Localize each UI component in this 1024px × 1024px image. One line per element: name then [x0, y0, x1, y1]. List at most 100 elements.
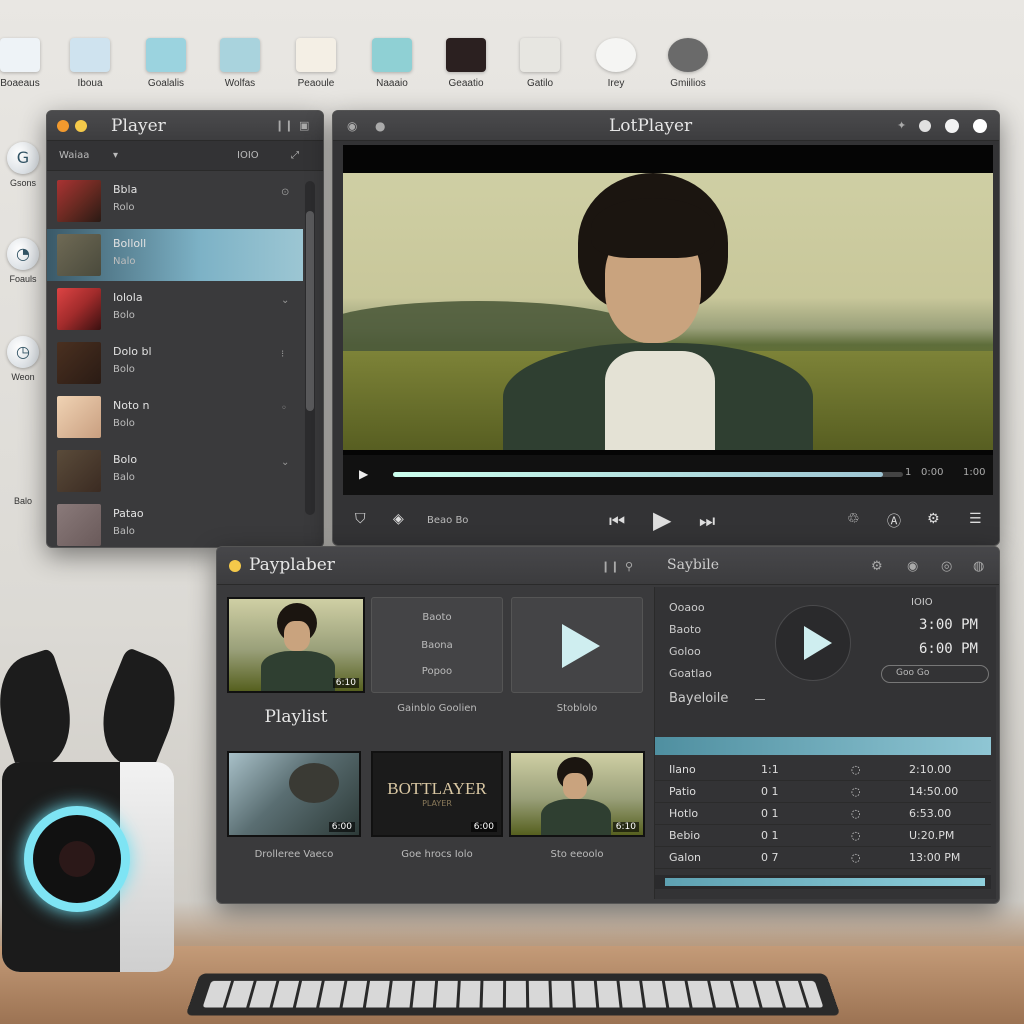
more-icon[interactable]: ⌄ [281, 457, 289, 468]
table-row[interactable]: Hotlo 0 1 ◌ 6:53.00 [655, 803, 991, 825]
app-icon [220, 38, 260, 72]
playlist-item-selected[interactable]: Bolloll Nalo [47, 229, 303, 281]
desktop-left-icon-1[interactable]: G Gsons [0, 142, 46, 188]
playlist-scrollbar[interactable] [305, 181, 315, 515]
total-time: 1:00 [963, 467, 986, 478]
record-icon[interactable]: ◉ [347, 119, 357, 133]
desktop-icon-4[interactable]: Wolfas [202, 30, 278, 89]
close-dot-icon[interactable] [57, 120, 69, 132]
duration-badge: 6:00 [328, 822, 355, 832]
playlist-item-sub: Rolo [113, 202, 135, 213]
card-caption: Gainblo Goolien [397, 703, 477, 714]
more-icon[interactable]: ⁝ [281, 349, 284, 360]
maximize-dot-icon[interactable] [945, 119, 959, 133]
playlist-item-sub: Nalo [113, 256, 136, 267]
playlist-thumbnail [57, 234, 101, 276]
bars-icon[interactable]: ❙❙ [601, 560, 619, 573]
playlist-thumbnail [57, 180, 101, 222]
media-thumbnail[interactable]: 6:00 [227, 751, 361, 837]
scrollbar-thumb[interactable] [665, 878, 985, 886]
desktop-icon-3[interactable]: Goalalis [128, 30, 204, 89]
close-icon[interactable]: ◍ [973, 559, 984, 574]
table-row[interactable]: Galon 0 7 ◌ 13:00 PM [655, 847, 991, 869]
table-row[interactable]: Ilano 1:1 ◌ 2:10.00 [655, 759, 991, 781]
settings-icon[interactable]: ⚙ [871, 559, 883, 574]
play-card[interactable] [511, 597, 643, 693]
desktop-icon-8[interactable]: Gatilo [502, 30, 578, 89]
app-icon [146, 38, 186, 72]
a-icon[interactable]: Ⓐ [887, 511, 901, 531]
window-dot-icon[interactable] [919, 120, 931, 132]
pause-icon[interactable]: ❙❙ [275, 119, 293, 132]
playlist-item-sub: Balo [113, 472, 135, 483]
desktop-left-icon-2[interactable]: ◔ Foauls [0, 238, 46, 284]
playlist-item[interactable]: Dolo bl Bolo ⁝ [47, 337, 303, 389]
thumb-subtitle: PLAYER [422, 799, 452, 808]
table-row[interactable]: Patio 0 1 ◌ 14:50.00 [655, 781, 991, 803]
library-window: Payplaber ❙❙ ⚲ Saybile ⚙ ◉ ◎ ◍ 6:10 Play… [216, 546, 1000, 904]
eye-icon[interactable]: ◎ [941, 559, 952, 574]
play-icon[interactable] [562, 624, 600, 668]
media-thumbnail[interactable]: 6:10 [227, 597, 365, 693]
more-icon[interactable]: ⊙ [281, 187, 289, 198]
round-play-button[interactable] [775, 605, 851, 681]
list-icon[interactable]: ☰ [969, 511, 982, 527]
desktop-icon-10[interactable]: Gmiilios [650, 30, 726, 89]
gauge-icon: ◔ [7, 238, 39, 270]
table-row[interactable]: Bebio 0 1 ◌ U:20.PM [655, 825, 991, 847]
menu-line[interactable]: Baona [372, 640, 502, 651]
video-viewport[interactable]: ▶ 1 0:00 1:00 [343, 145, 993, 495]
cell-icon: ◌ [851, 829, 861, 842]
next-icon[interactable]: ⏭ [699, 511, 715, 532]
menu-line[interactable]: Popoo [372, 666, 502, 677]
desktop-icon-9[interactable]: Irey [578, 30, 654, 89]
playlist-item[interactable]: Bolo Balo ⌄ [47, 445, 303, 497]
more-icon[interactable]: ⌄ [281, 295, 289, 306]
prev-icon[interactable]: ⏮ [609, 511, 625, 532]
minimize-dot-icon[interactable] [75, 120, 87, 132]
desktop-icon-6[interactable]: Naaaio [354, 30, 430, 89]
duration-badge: 6:00 [470, 822, 497, 832]
menu-card[interactable]: Baoto Baona Popoo [371, 597, 503, 693]
desktop-icon-2[interactable]: Iboua [52, 30, 128, 89]
playlist-item[interactable]: Bbla Rolo ⊙ [47, 175, 303, 227]
play-small-icon[interactable]: ▶ [359, 467, 368, 481]
playlist-item[interactable]: Iolola Bolo ⌄ [47, 283, 303, 335]
media-thumbnail[interactable]: 6:10 [509, 751, 645, 837]
desktop-icon-7[interactable]: Geaatio [428, 30, 504, 89]
desktop-icon-1[interactable]: Boaeaus [0, 30, 58, 89]
search-icon[interactable]: ⚲ [625, 560, 633, 573]
settings-icon[interactable]: ⚙ [927, 511, 940, 527]
close-dot-icon[interactable] [973, 119, 987, 133]
main-titlebar: ◉ ● LotPlayer ✦ [333, 111, 999, 141]
expand-icon[interactable]: ⤢ [291, 150, 299, 161]
dot-icon[interactable]: ● [375, 119, 385, 133]
scrollbar-thumb[interactable] [306, 211, 314, 411]
speaker-device [2, 762, 174, 972]
info-icon[interactable]: ◈ [393, 511, 404, 527]
chevron-down-icon[interactable]: ▾ [113, 150, 118, 161]
window-menu-icon[interactable]: ▣ [299, 119, 309, 132]
playlist-item[interactable]: Patao Balo [47, 499, 303, 547]
more-icon[interactable]: ◦ [281, 403, 287, 414]
menu-line[interactable]: Baoto [372, 612, 502, 623]
thumb-face [284, 621, 310, 651]
card-caption: Playlist [264, 707, 328, 727]
seek-bar[interactable] [393, 472, 903, 477]
desktop-left-icon-3[interactable]: ◷ Weon [0, 336, 46, 382]
window-dot-icon[interactable] [229, 560, 241, 572]
play-icon[interactable]: ▶ [653, 506, 671, 534]
playlist-item-title: Patao [113, 507, 144, 520]
media-thumbnail[interactable]: BOTTLAYER PLAYER 6:00 [371, 751, 503, 837]
playlist-item[interactable]: Noto n Bolo ◦ [47, 391, 303, 443]
pin-icon[interactable]: ✦ [897, 119, 906, 132]
shield-icon[interactable]: ⛉ [355, 511, 366, 527]
fx-icon[interactable]: ♲ [847, 511, 860, 527]
desktop-icon-5[interactable]: Peaoule [278, 30, 354, 89]
desktop-icon-label: Weon [11, 372, 35, 382]
filter-chip[interactable]: Goo Go [881, 665, 989, 683]
record-icon[interactable]: ◉ [907, 559, 918, 574]
cell-time: 6:53.00 [909, 807, 952, 820]
cell-num: 0 1 [761, 807, 779, 820]
table-scrollbar[interactable] [655, 875, 991, 889]
